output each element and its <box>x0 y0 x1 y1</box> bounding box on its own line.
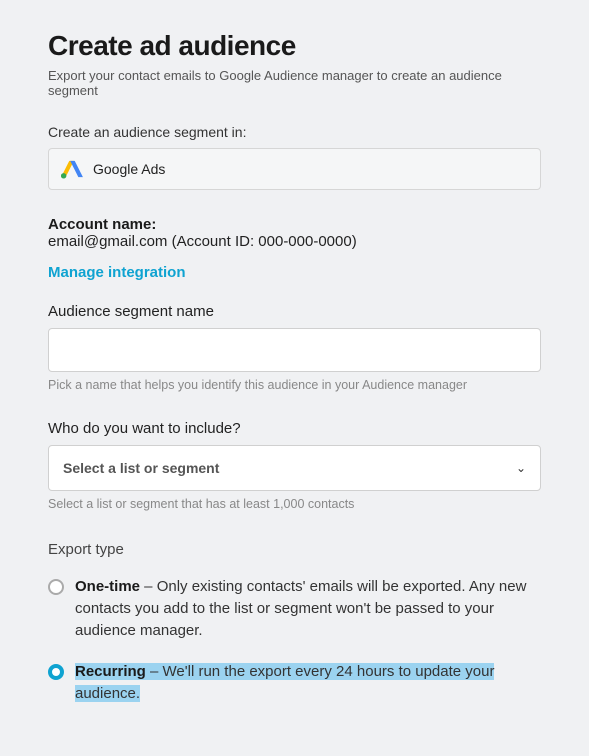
segment-name-label: Audience segment name <box>48 303 541 320</box>
export-option-one-time[interactable]: One-time – Only existing contacts' email… <box>48 576 541 641</box>
export-option-text: Recurring – We'll run the export every 2… <box>75 661 541 705</box>
segment-name-hint: Pick a name that helps you identify this… <box>48 378 541 392</box>
chevron-down-icon: ⌄ <box>516 461 526 475</box>
platform-label: Create an audience segment in: <box>48 124 541 140</box>
platform-name: Google Ads <box>93 161 165 177</box>
include-select[interactable]: Select a list or segment ⌄ <box>48 445 541 491</box>
segment-name-input[interactable] <box>48 328 541 372</box>
radio-unchecked-icon[interactable] <box>48 579 64 595</box>
export-option-recurring[interactable]: Recurring – We'll run the export every 2… <box>48 661 541 705</box>
include-placeholder: Select a list or segment <box>63 460 219 476</box>
include-label: Who do you want to include? <box>48 420 541 437</box>
account-name-value: email@gmail.com (Account ID: 000-000-000… <box>48 233 541 250</box>
export-option-text: One-time – Only existing contacts' email… <box>75 576 541 641</box>
manage-integration-link[interactable]: Manage integration <box>48 264 186 281</box>
google-ads-icon <box>61 159 83 179</box>
platform-selector[interactable]: Google Ads <box>48 148 541 190</box>
page-subtitle: Export your contact emails to Google Aud… <box>48 68 541 98</box>
export-type-label: Export type <box>48 541 541 558</box>
account-name-label: Account name: <box>48 216 541 233</box>
radio-checked-icon[interactable] <box>48 664 64 680</box>
include-hint: Select a list or segment that has at lea… <box>48 497 541 511</box>
page-title: Create ad audience <box>48 30 541 62</box>
